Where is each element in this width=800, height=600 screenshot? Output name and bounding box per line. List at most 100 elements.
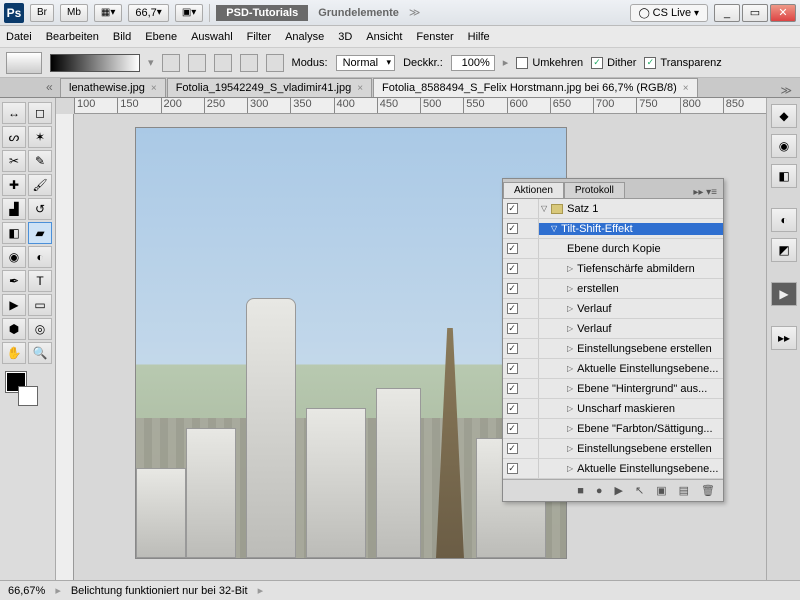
new-set-icon[interactable]: ▣ (656, 484, 666, 497)
action-row[interactable]: ✓▷ Einstellungsebene erstellen (503, 339, 723, 359)
eyedropper-tool[interactable]: ✎ (28, 150, 52, 172)
color-swatches[interactable] (2, 372, 42, 406)
current-tool-preset[interactable] (6, 52, 42, 74)
menu-3d[interactable]: 3D (338, 31, 352, 43)
menu-filter[interactable]: Filter (247, 31, 271, 43)
menu-analyse[interactable]: Analyse (285, 31, 324, 43)
menu-auswahl[interactable]: Auswahl (191, 31, 233, 43)
action-row[interactable]: ✓Ebene durch Kopie (503, 239, 723, 259)
action-row[interactable]: ✓▽ Tilt-Shift-Effekt (503, 219, 723, 239)
menu-datei[interactable]: Datei (6, 31, 32, 43)
action-row[interactable]: ✓▽ Satz 1 (503, 199, 723, 219)
stamp-tool[interactable]: ▟ (2, 198, 26, 220)
action-row[interactable]: ✓▷ Ebene "Hintergrund" aus... (503, 379, 723, 399)
cslive-button[interactable]: ◯ CS Live ▾ (630, 4, 708, 22)
gradient-radial-icon[interactable] (188, 54, 206, 72)
action-row[interactable]: ✓▷ erstellen (503, 279, 723, 299)
action-row[interactable]: ✓▷ Aktuelle Einstellungsebene... (503, 359, 723, 379)
menu-fenster[interactable]: Fenster (416, 31, 453, 43)
minibridge-button[interactable]: Mb (60, 4, 88, 22)
mode-select[interactable]: Normal (336, 55, 395, 71)
hand-tool[interactable]: ✋ (2, 342, 26, 364)
trash-icon[interactable]: 🗑 (701, 484, 715, 497)
3d-camera-tool[interactable]: ◎ (28, 318, 52, 340)
shape-tool[interactable]: ▭ (28, 294, 52, 316)
close-button[interactable]: ✕ (770, 4, 796, 22)
opacity-value[interactable]: 100% (451, 55, 495, 71)
history-brush-tool[interactable]: ↺ (28, 198, 52, 220)
crop-tool[interactable]: ✂ (2, 150, 26, 172)
zoom-tool[interactable]: 🔍 (28, 342, 52, 364)
transparency-checkbox[interactable]: ✓Transparenz (644, 57, 721, 69)
scroll-tabs-left[interactable]: « (46, 80, 53, 94)
stop-icon[interactable]: ■ (577, 485, 584, 497)
layers-icon[interactable]: ◆ (771, 104, 797, 128)
toolbox: ↔◻ ᔕ✶ ✂✎ ✚🖌 ▟↺ ◧▰ ◉◐ ✒T ▶▭ ⬢◎ ✋🔍 (0, 98, 56, 580)
tab-aktionen[interactable]: Aktionen (503, 182, 564, 198)
action-row[interactable]: ✓▷ Unscharf maskieren (503, 399, 723, 419)
arrange-button[interactable]: ▦▾ (94, 4, 122, 22)
screen-mode-button[interactable]: ▣▾ (175, 4, 203, 22)
status-zoom[interactable]: 66,67% (8, 585, 45, 597)
dither-checkbox[interactable]: ✓Dither (591, 57, 636, 69)
gradient-tool[interactable]: ▰ (28, 222, 52, 244)
background-swatch[interactable] (18, 386, 38, 406)
action-row[interactable]: ✓▷ Aktuelle Einstellungsebene... (503, 459, 723, 479)
workspace-name[interactable]: Grundelemente (318, 7, 399, 19)
file-tab[interactable]: Fotolia_19542249_S_vladimir41.jpg× (167, 78, 372, 97)
paths-icon[interactable]: ◧ (771, 164, 797, 188)
path-select-tool[interactable]: ▶ (2, 294, 26, 316)
menu-ebene[interactable]: Ebene (145, 31, 177, 43)
action-row[interactable]: ✓▷ Verlauf (503, 299, 723, 319)
zoom-combo[interactable]: 66,7 ▾ (128, 4, 168, 22)
action-row[interactable]: ✓▷ Einstellungsebene erstellen (503, 439, 723, 459)
panel-menu-icon[interactable]: ▸▸ ▾≡ (687, 187, 723, 198)
styles-icon[interactable]: ◩ (771, 238, 797, 262)
blur-tool[interactable]: ◉ (2, 246, 26, 268)
type-tool[interactable]: T (28, 270, 52, 292)
reverse-checkbox[interactable]: Umkehren (516, 57, 583, 69)
action-row[interactable]: ✓▷ Ebene "Farbton/Sättigung... (503, 419, 723, 439)
bridge-button[interactable]: Br (30, 4, 54, 22)
gradient-sample[interactable] (50, 54, 140, 72)
close-icon[interactable]: × (151, 83, 157, 94)
wand-tool[interactable]: ✶ (28, 126, 52, 148)
play-icon[interactable]: ▶ (615, 484, 623, 497)
lasso-tool[interactable]: ᔕ (2, 126, 26, 148)
actions-icon[interactable]: ▶ (771, 282, 797, 306)
brush-tool[interactable]: 🖌 (28, 174, 52, 196)
move-tool[interactable]: ↔ (2, 102, 26, 124)
workspace-label[interactable]: PSD-Tutorials (216, 5, 308, 21)
close-icon[interactable]: × (357, 83, 363, 94)
gradient-angle-icon[interactable] (214, 54, 232, 72)
close-icon[interactable]: × (683, 83, 689, 94)
menu-bild[interactable]: Bild (113, 31, 131, 43)
menu-bearbeiten[interactable]: Bearbeiten (46, 31, 99, 43)
heal-tool[interactable]: ✚ (2, 174, 26, 196)
file-tab[interactable]: lenathewise.jpg× (60, 78, 166, 97)
mode-label: Modus: (292, 57, 328, 69)
new-action-icon[interactable]: ▤ (679, 484, 689, 497)
action-row[interactable]: ✓▷ Tiefenschärfe abmildern (503, 259, 723, 279)
gradient-reflected-icon[interactable] (240, 54, 258, 72)
gradient-diamond-icon[interactable] (266, 54, 284, 72)
file-tab[interactable]: Fotolia_8588494_S_Felix Horstmann.jpg be… (373, 78, 698, 97)
maximize-button[interactable]: ▭ (742, 4, 768, 22)
eraser-tool[interactable]: ◧ (2, 222, 26, 244)
gradient-linear-icon[interactable] (162, 54, 180, 72)
scroll-tabs-right[interactable]: ≫ (772, 84, 800, 97)
action-row[interactable]: ✓▷ Verlauf (503, 319, 723, 339)
minimize-button[interactable]: _ (714, 4, 740, 22)
3d-tool[interactable]: ⬢ (2, 318, 26, 340)
panel-collapse-icon[interactable]: ▸▸ (771, 326, 797, 350)
right-dock: ◆ ◉ ◧ ◐ ◩ ▶ ▸▸ (766, 98, 800, 580)
channels-icon[interactable]: ◉ (771, 134, 797, 158)
dodge-tool[interactable]: ◐ (28, 246, 52, 268)
marquee-tool[interactable]: ◻ (28, 102, 52, 124)
menu-hilfe[interactable]: Hilfe (468, 31, 490, 43)
menu-ansicht[interactable]: Ansicht (366, 31, 402, 43)
adjustment-icon[interactable]: ◐ (771, 208, 797, 232)
pen-tool[interactable]: ✒ (2, 270, 26, 292)
tab-protokoll[interactable]: Protokoll (564, 182, 625, 198)
record-icon[interactable]: ● (596, 485, 603, 497)
